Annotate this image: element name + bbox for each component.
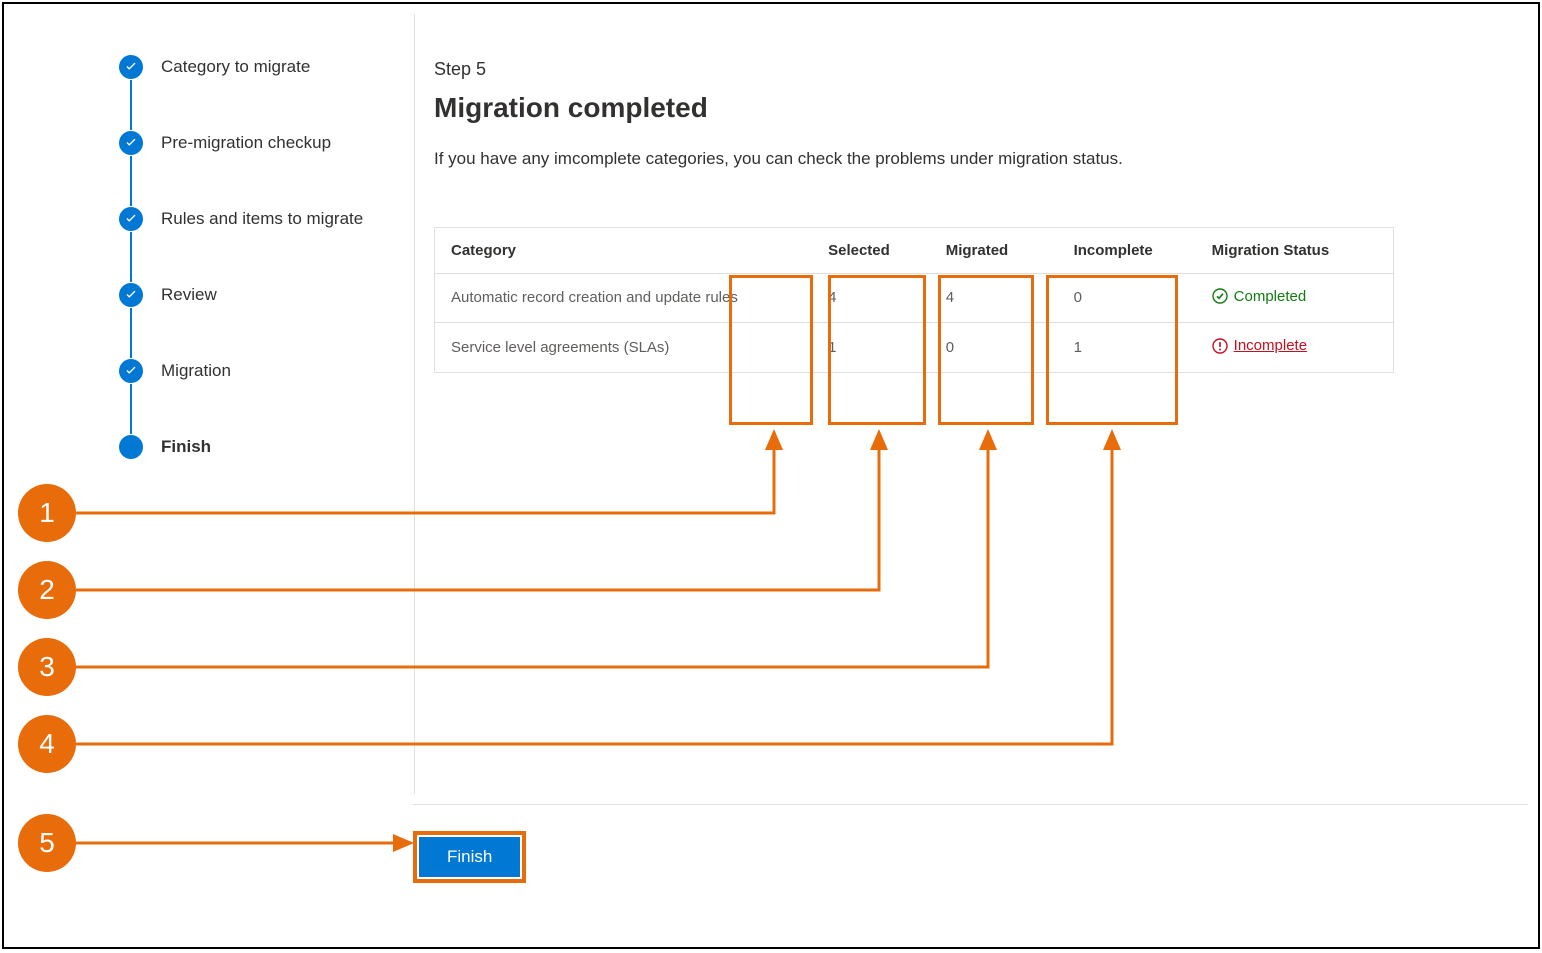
callout-2: 2 [18,561,76,619]
step-label: Category to migrate [161,57,310,77]
step-label: Pre-migration checkup [161,133,331,153]
status-badge[interactable]: Incomplete [1212,337,1307,354]
step-review: Review [119,282,399,308]
step-label: Review [161,285,217,305]
check-icon [119,283,143,307]
col-header-incomplete: Incomplete [1064,227,1202,273]
step-label: Rules and items to migrate [161,209,363,229]
callout-1: 1 [18,484,76,542]
highlight-finish-button: Finish [413,831,526,883]
check-icon [119,55,143,79]
callout-3: 3 [18,638,76,696]
wizard-stepper: Category to migrate Pre-migration checku… [119,54,399,460]
error-circle-icon [1212,338,1228,354]
cell-incomplete: 1 [1064,323,1202,373]
status-link-incomplete[interactable]: Incomplete [1234,337,1307,354]
panel-divider [414,14,415,794]
footer-bar: Finish [413,804,1528,831]
callout-5: 5 [18,814,76,872]
status-text: Completed [1234,288,1307,305]
cell-category: Automatic record creation and update rul… [435,273,819,323]
check-icon [119,359,143,383]
callout-4: 4 [18,715,76,773]
cell-status: Completed [1202,273,1394,323]
status-badge: Completed [1212,288,1307,305]
step-connector [130,384,132,434]
col-header-migrated: Migrated [936,227,1064,273]
finish-button[interactable]: Finish [419,837,520,877]
step-number-label: Step 5 [434,59,1508,80]
cell-status[interactable]: Incomplete [1202,323,1394,373]
step-pre-migration-checkup: Pre-migration checkup [119,130,399,156]
col-header-selected: Selected [818,227,936,273]
cell-selected: 1 [818,323,936,373]
main-panel: Step 5 Migration completed If you have a… [434,59,1508,373]
step-migration: Migration [119,358,399,384]
table-header-row: Category Selected Migrated Incomplete Mi… [435,227,1394,273]
page-description: If you have any imcomplete categories, y… [434,146,1214,172]
cell-incomplete: 0 [1064,273,1202,323]
cell-category: Service level agreements (SLAs) [435,323,819,373]
table-row: Automatic record creation and update rul… [435,273,1394,323]
check-icon [119,131,143,155]
step-category-to-migrate: Category to migrate [119,54,399,80]
step-connector [130,232,132,282]
step-finish: Finish [119,434,399,460]
check-icon [119,207,143,231]
migration-results-table: Category Selected Migrated Incomplete Mi… [434,227,1394,373]
current-step-icon [119,435,143,459]
col-header-status: Migration Status [1202,227,1394,273]
step-label: Finish [161,437,211,457]
window-frame: Category to migrate Pre-migration checku… [2,2,1540,949]
step-connector [130,80,132,130]
step-connector [130,156,132,206]
col-header-category: Category [435,227,819,273]
cell-selected: 4 [818,273,936,323]
table-row: Service level agreements (SLAs) 1 0 1 In… [435,323,1394,373]
cell-migrated: 0 [936,323,1064,373]
cell-migrated: 4 [936,273,1064,323]
step-label: Migration [161,361,231,381]
page-title: Migration completed [434,92,1508,124]
check-circle-icon [1212,288,1228,304]
step-rules-and-items: Rules and items to migrate [119,206,399,232]
step-connector [130,308,132,358]
